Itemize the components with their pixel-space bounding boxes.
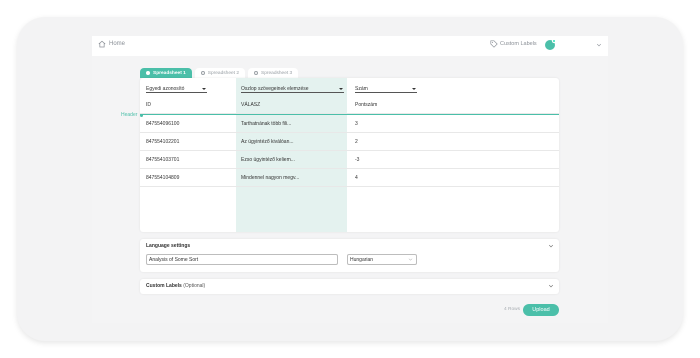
chevron-down-icon: [408, 258, 413, 261]
header-cell: Pontszám: [355, 102, 378, 108]
tab-label: Spreadsheet 2: [207, 70, 240, 76]
table-cell: 3: [355, 121, 358, 127]
rows-count: 4 Rows: [504, 307, 520, 312]
tab-spreadsheet-3[interactable]: Spreadsheet 3: [248, 68, 299, 78]
home-label: Home: [109, 41, 126, 47]
table-cell: Ezso ügyintéző keliem...: [241, 157, 295, 163]
column-type-select-1[interactable]: Egyedi azonosító: [146, 85, 207, 93]
spreadsheet-tabs: Spreadsheet 1 Spreadsheet 2 Spreadsheet …: [140, 68, 299, 78]
tab-radio-icon: [200, 71, 205, 75]
tag-icon: [490, 40, 498, 48]
table-cell: Mindennel nagyon megv...: [241, 175, 300, 181]
header-row: ID VÁLASZ Pontszám: [140, 96, 559, 114]
language-settings-panel: Language settings Analysis of Some Sort …: [140, 239, 559, 272]
tab-label: Spreadsheet 1: [153, 70, 186, 76]
table-cell: Az ügyintéző kiválóan...: [241, 139, 294, 145]
chevron-down-icon[interactable]: [548, 243, 554, 249]
spreadsheet-preview: Egyedi azonosító Oszlop szövegeinek elem…: [140, 78, 559, 232]
custom-labels-label: Custom Labels: [500, 41, 537, 47]
tab-spreadsheet-2[interactable]: Spreadsheet 2: [194, 68, 246, 78]
tab-radio-icon: [146, 71, 150, 75]
chevron-down-icon[interactable]: [548, 283, 554, 289]
home-icon: [98, 40, 106, 48]
tab-spreadsheet-1[interactable]: Spreadsheet 1: [140, 68, 192, 78]
optional-label: (Optional): [183, 283, 206, 289]
caret-down-icon: [339, 87, 343, 90]
table-cell: 847554096100: [146, 121, 180, 127]
column-type-select-3[interactable]: Szám: [355, 85, 417, 93]
avatar[interactable]: [545, 39, 556, 50]
panel-title: Custom Labels (Optional): [146, 283, 205, 289]
header-cell: ID: [146, 102, 151, 108]
header-row-marker[interactable]: Header: [121, 112, 144, 118]
column-type-select-2[interactable]: Oszlop szövegeinek elemzése: [241, 85, 344, 93]
tab-label: Spreadsheet 3: [261, 70, 293, 76]
language-value: Hungarian: [350, 256, 374, 263]
custom-labels-panel[interactable]: Custom Labels (Optional): [140, 279, 559, 294]
table-row: 847554103701 Ezso ügyintéző keliem... -3: [140, 151, 559, 169]
table-row: 847554096100 Tarthatnának több fili... 3: [140, 115, 559, 133]
table-cell: 2: [355, 139, 358, 145]
custom-labels-link[interactable]: Custom Labels: [490, 40, 537, 48]
caret-down-icon: [202, 87, 206, 90]
table-cell: 4: [355, 175, 358, 181]
upload-button[interactable]: Upload: [523, 304, 559, 316]
chevron-down-icon[interactable]: [596, 42, 602, 48]
tab-radio-icon: [254, 71, 259, 75]
online-status-dot: [552, 39, 556, 43]
table-cell: 847554104809: [146, 175, 180, 181]
analysis-name-input[interactable]: Analysis of Some Sort: [146, 254, 338, 265]
marker-dot: [140, 113, 144, 117]
column-type-value: Egyedi azonosító: [146, 85, 185, 92]
table-cell: 847554102201: [146, 139, 180, 145]
custom-labels-title: Custom Labels: [146, 283, 182, 289]
table-cell: -3: [355, 157, 360, 163]
app-container: Home Custom Labels Spreadsheet 1 Spreads…: [92, 36, 608, 323]
caret-down-icon: [412, 87, 416, 90]
table-row: 847554104809 Mindennel nagyon megv... 4: [140, 169, 559, 187]
table-row: 847554102201 Az ügyintéző kiválóan... 2: [140, 133, 559, 151]
column-type-value: Oszlop szövegeinek elemzése: [241, 85, 309, 92]
table-cell: 847554103701: [146, 157, 180, 163]
language-select[interactable]: Hungarian: [347, 254, 417, 265]
header-marker-label: Header: [121, 112, 138, 118]
column-type-value: Szám: [355, 85, 368, 92]
top-bar: Home Custom Labels: [92, 36, 608, 56]
table-cell: Tarthatnának több fili...: [241, 121, 292, 127]
panel-title: Language settings: [146, 243, 191, 249]
home-link[interactable]: Home: [98, 40, 125, 48]
header-cell: VÁLASZ: [241, 102, 261, 108]
